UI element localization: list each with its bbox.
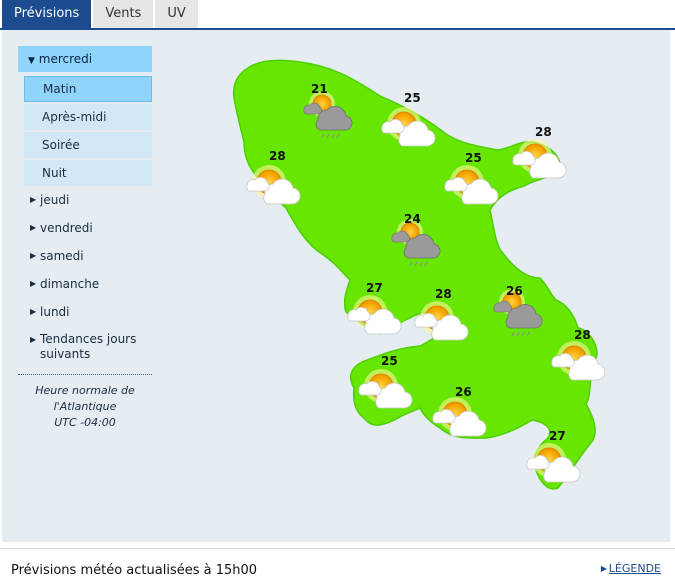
svg-text:25: 25 <box>404 91 421 105</box>
svg-text:21: 21 <box>311 82 328 96</box>
svg-text:24: 24 <box>404 212 421 226</box>
tab-uv[interactable]: UV <box>155 0 198 28</box>
period-nuit[interactable]: Nuit <box>24 160 152 186</box>
svg-text:28: 28 <box>574 328 591 342</box>
triangle-right-icon: ▶ <box>600 564 607 573</box>
svg-text:27: 27 <box>549 429 566 443</box>
period-soiree[interactable]: Soirée <box>24 132 152 158</box>
svg-text:27: 27 <box>366 281 383 295</box>
triangle-right-icon: ▶ <box>30 251 37 260</box>
footer-bar: Prévisions météo actualisées à 15h00 ▶ L… <box>0 548 675 583</box>
update-status: Prévisions météo actualisées à 15h00 <box>11 563 258 578</box>
day-sidebar: ▼ mercredi Matin Après-midi Soirée Nuit … <box>18 46 152 431</box>
day-dimanche[interactable]: ▶ dimanche <box>18 270 152 298</box>
triangle-right-icon: ▶ <box>30 307 37 316</box>
triangle-right-icon: ▶ <box>30 279 37 288</box>
svg-text:25: 25 <box>381 354 398 368</box>
triangle-right-icon: ▶ <box>30 195 37 204</box>
svg-text:28: 28 <box>269 149 286 163</box>
tab-vents[interactable]: Vents <box>93 0 154 28</box>
legend-link[interactable]: LÉGENDE <box>609 562 661 575</box>
martinique-map: 21 25 28 28 25 24 27 28 26 28 25 26 27 <box>232 59 606 490</box>
svg-text:28: 28 <box>535 125 552 139</box>
period-apres-midi[interactable]: Après-midi <box>24 104 152 130</box>
day-tendances[interactable]: ▶ Tendances jours suivants <box>18 326 152 370</box>
day-label: mercredi <box>38 52 93 66</box>
svg-text:26: 26 <box>506 284 523 298</box>
day-samedi[interactable]: ▶ samedi <box>18 242 152 270</box>
svg-text:25: 25 <box>465 151 482 165</box>
svg-text:28: 28 <box>435 287 452 301</box>
period-matin[interactable]: Matin <box>24 76 152 102</box>
day-mercredi-expanded[interactable]: ▼ mercredi <box>18 46 152 72</box>
svg-text:26: 26 <box>455 385 472 399</box>
divider <box>18 374 152 376</box>
day-vendredi[interactable]: ▶ vendredi <box>18 214 152 242</box>
triangle-right-icon: ▶ <box>30 223 37 232</box>
timezone-note: Heure normale de l'Atlantique UTC -04:00 <box>35 384 135 429</box>
triangle-down-icon: ▼ <box>28 56 35 66</box>
day-jeudi[interactable]: ▶ jeudi <box>18 186 152 214</box>
triangle-right-icon: ▶ <box>30 335 37 344</box>
tab-bar: Prévisions Vents UV <box>2 0 200 28</box>
day-lundi[interactable]: ▶ lundi <box>18 298 152 326</box>
tab-previsions[interactable]: Prévisions <box>2 0 92 28</box>
